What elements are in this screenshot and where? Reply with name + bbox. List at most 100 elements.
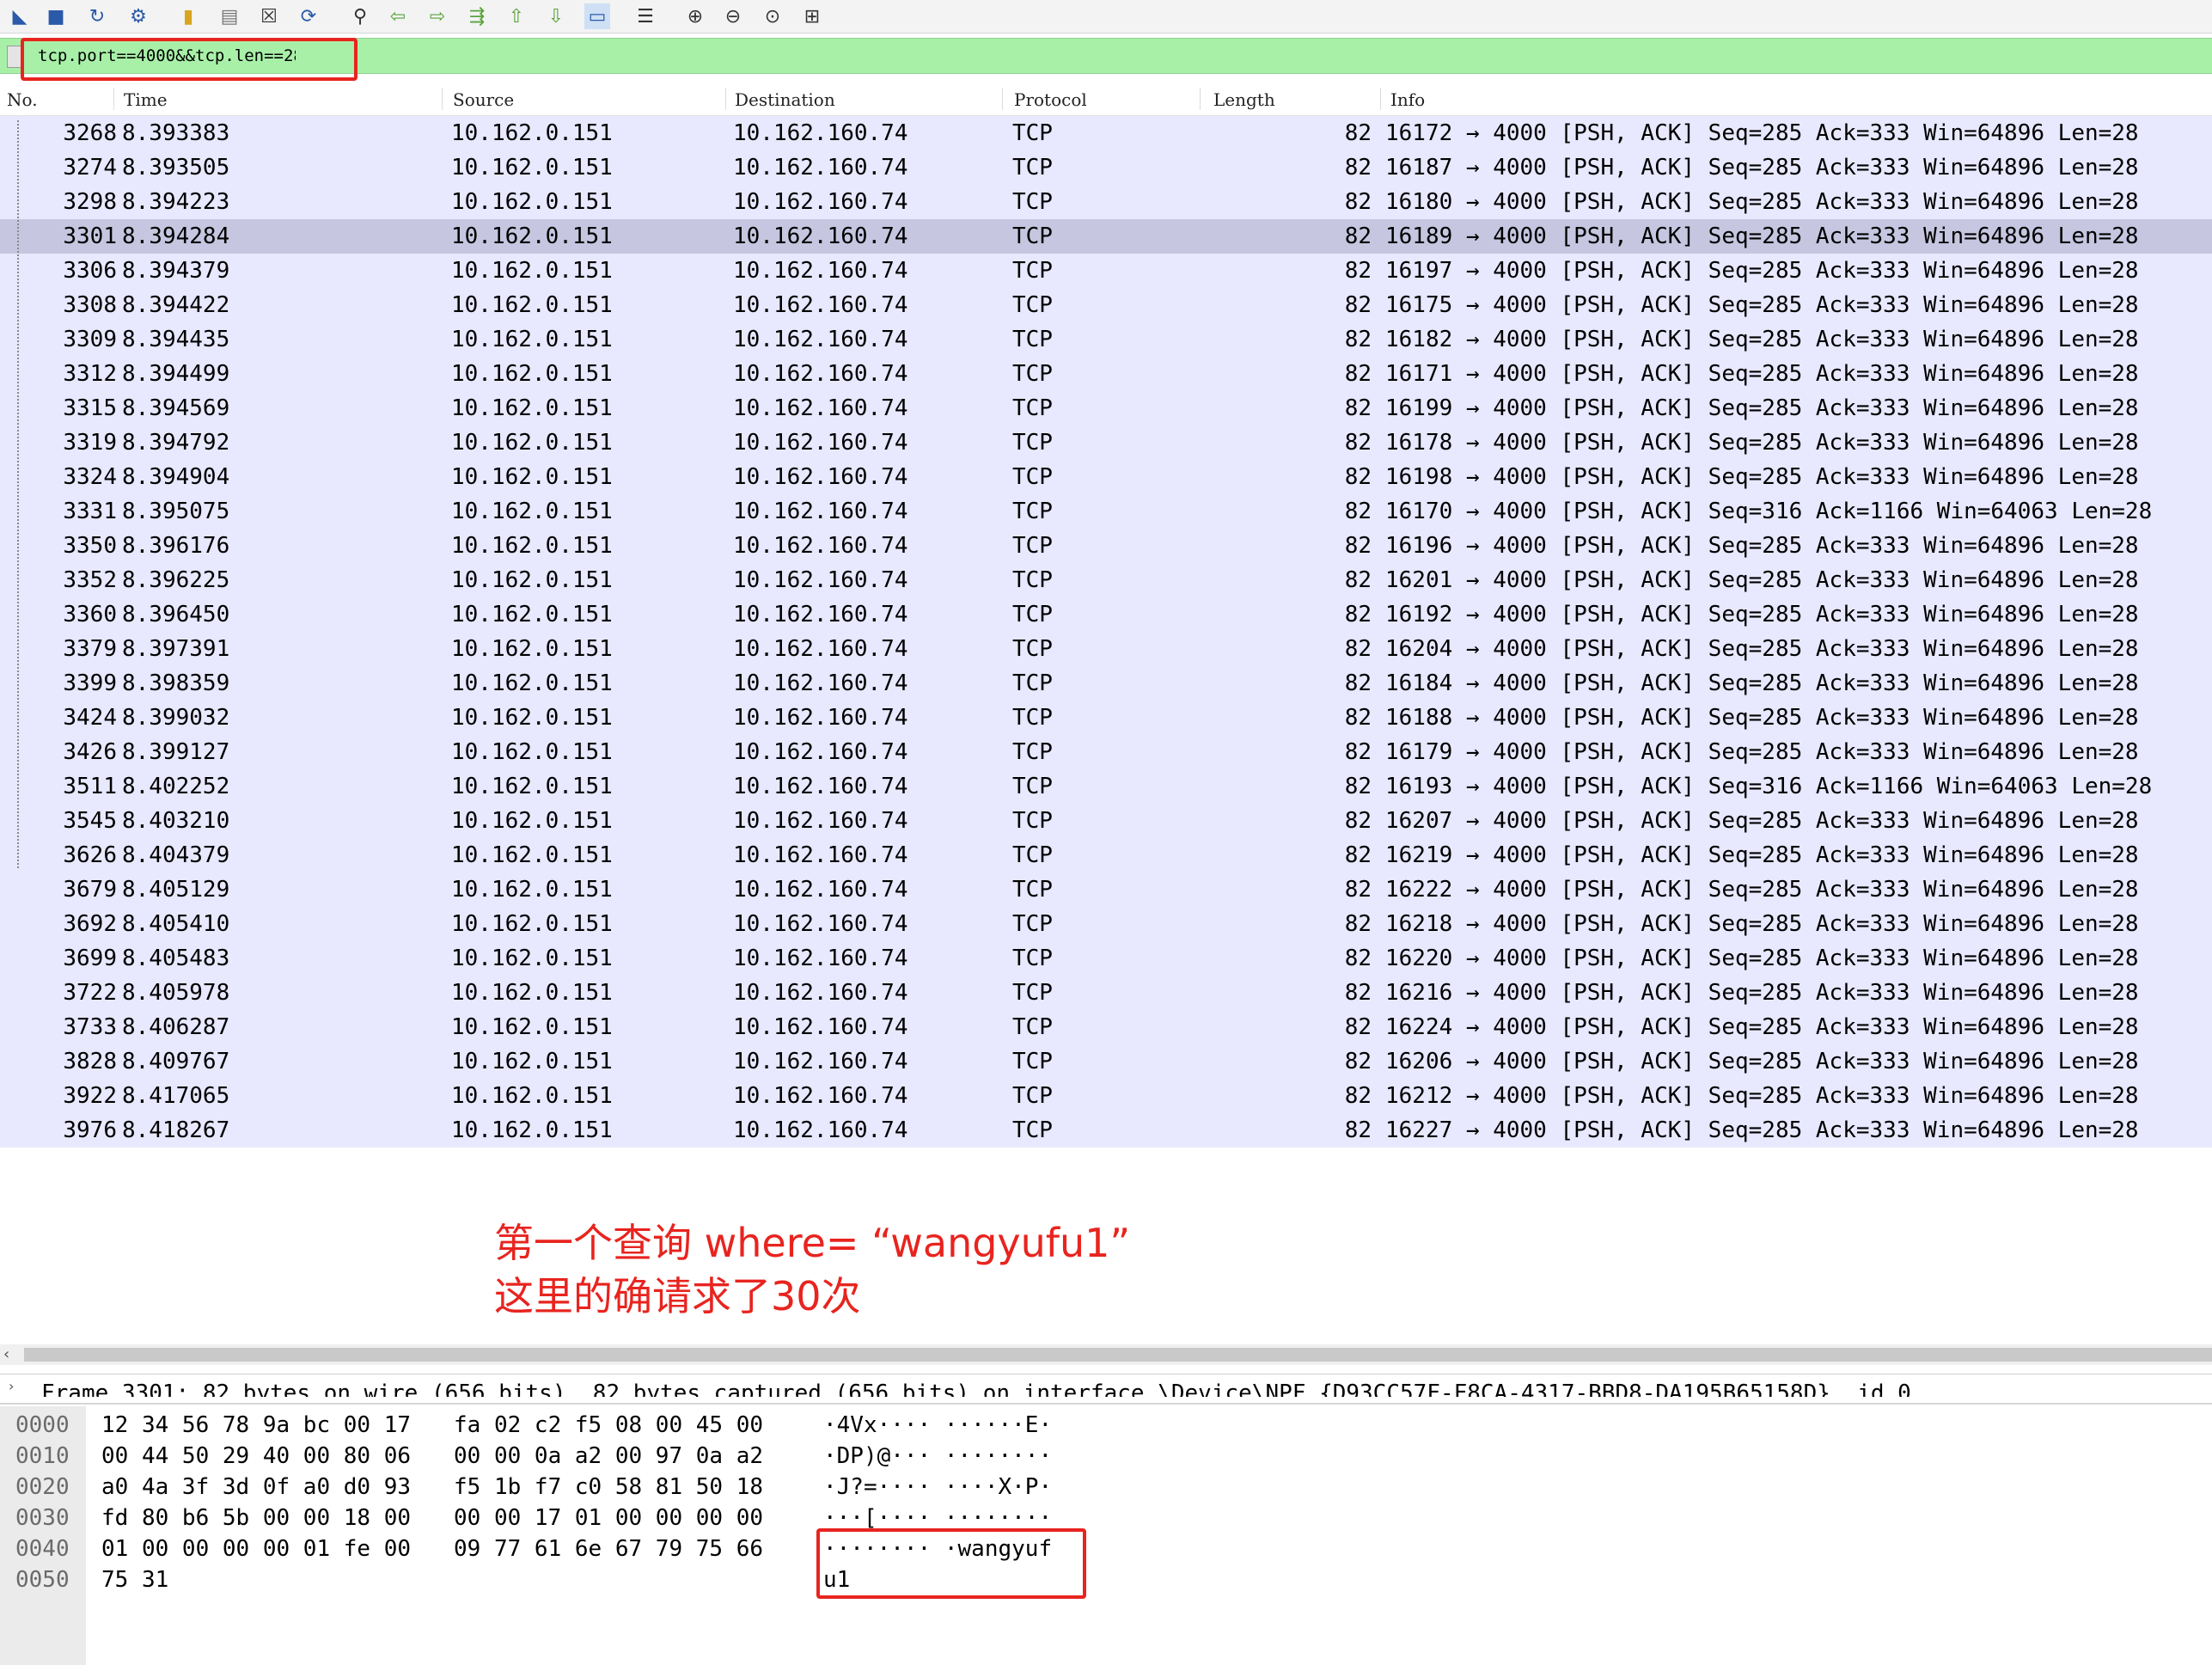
packet-row[interactable]: 3424 8.399032 10.162.0.151 10.162.160.74 TCP… (0, 701, 2212, 735)
packet-length: 82 (1344, 1117, 1372, 1143)
column-separator[interactable] (1002, 88, 1003, 110)
packet-details-pane[interactable]: › Frame 3301: 82 bytes on wire (656 bits… (0, 1374, 2212, 1397)
go-back-icon[interactable]: ⇦ (385, 3, 411, 29)
byte-offset: 0020 (15, 1474, 70, 1500)
packet-row[interactable]: 3352 8.396225 10.162.0.151 10.162.160.74 TCP… (0, 563, 2212, 597)
packet-row[interactable]: 3350 8.396176 10.162.0.151 10.162.160.74 TCP… (0, 529, 2212, 563)
packet-row[interactable]: 3733 8.406287 10.162.0.151 10.162.160.74 TCP… (0, 1010, 2212, 1044)
packet-source: 10.162.0.151 (451, 877, 613, 903)
packet-protocol: TCP (1012, 980, 1053, 1006)
column-header-time[interactable]: Time (124, 89, 168, 110)
packet-list[interactable]: 3268 8.393383 10.162.0.151 10.162.160.74 TCP… (0, 116, 2212, 1148)
packet-row[interactable]: 3511 8.402252 10.162.0.151 10.162.160.74 TCP… (0, 769, 2212, 804)
hex-bytes-group-1: 00 44 50 29 40 00 80 06 (101, 1443, 412, 1469)
auto-scroll-icon[interactable]: ▭ (584, 3, 610, 29)
zoom-in-icon[interactable]: ⊕ (682, 3, 708, 29)
packet-destination: 10.162.160.74 (733, 602, 908, 627)
packet-destination: 10.162.160.74 (733, 120, 908, 146)
column-header-info[interactable]: Info (1390, 89, 1425, 110)
packet-row[interactable]: 3679 8.405129 10.162.0.151 10.162.160.74 TCP… (0, 872, 2212, 907)
packet-number: 3426 (63, 739, 117, 765)
packet-bytes-pane[interactable]: 0000 12 34 56 78 9a bc 00 17 fa 02 c2 f5 0… (0, 1406, 2212, 1665)
packet-row[interactable]: 3692 8.405410 10.162.0.151 10.162.160.74 TCP… (0, 907, 2212, 941)
bytes-row[interactable]: 0030 fd 80 b6 5b 00 00 18 00 00 00 17 01 0… (0, 1503, 2212, 1533)
packet-row[interactable]: 3828 8.409767 10.162.0.151 10.162.160.74 TCP… (0, 1044, 2212, 1079)
packet-row[interactable]: 3331 8.395075 10.162.0.151 10.162.160.74 TCP… (0, 494, 2212, 529)
packet-row[interactable]: 3309 8.394435 10.162.0.151 10.162.160.74 TCP… (0, 322, 2212, 357)
go-to-packet-icon[interactable]: ⇶ (464, 3, 490, 29)
packet-source: 10.162.0.151 (451, 1049, 613, 1074)
packet-number: 3545 (63, 808, 117, 834)
packet-row[interactable]: 3301 8.394284 10.162.0.151 10.162.160.74 TCP… (0, 219, 2212, 254)
go-forward-icon[interactable]: ⇨ (425, 3, 450, 29)
zoom-reset-icon[interactable]: ⊙ (760, 3, 785, 29)
packet-number: 3331 (63, 499, 117, 524)
packet-row[interactable]: 3699 8.405483 10.162.0.151 10.162.160.74 TCP… (0, 941, 2212, 976)
stop-icon[interactable]: ■ (43, 3, 69, 29)
packet-row[interactable]: 3306 8.394379 10.162.0.151 10.162.160.74 TCP… (0, 254, 2212, 288)
find-packet-icon[interactable]: ⚲ (347, 3, 373, 29)
scroll-left-arrow-icon[interactable]: ‹ (3, 1344, 21, 1365)
bytes-row[interactable]: 0040 01 00 00 00 00 01 fe 00 09 77 61 6e 6… (0, 1533, 2212, 1564)
pane-splitter[interactable] (0, 1403, 2212, 1405)
column-header-no[interactable]: No. (7, 89, 38, 110)
bytes-row[interactable]: 0010 00 44 50 29 40 00 80 06 00 00 0a a2 0… (0, 1441, 2212, 1472)
packet-info: 16182 → 4000 [PSH, ACK] Seq=285 Ack=333 … (1385, 327, 2139, 352)
column-header-destination[interactable]: Destination (735, 89, 835, 110)
packet-row[interactable]: 3268 8.393383 10.162.0.151 10.162.160.74 TCP… (0, 116, 2212, 150)
packet-number: 3922 (63, 1083, 117, 1109)
packet-row[interactable]: 3308 8.394422 10.162.0.151 10.162.160.74 TCP… (0, 288, 2212, 322)
resize-columns-icon[interactable]: ⊞ (799, 3, 825, 29)
reload-icon[interactable]: ⟳ (296, 3, 321, 29)
packet-source: 10.162.0.151 (451, 292, 613, 318)
restart-icon[interactable]: ↻ (84, 3, 110, 29)
packet-info: 16206 → 4000 [PSH, ACK] Seq=285 Ack=333 … (1385, 1049, 2139, 1074)
column-separator[interactable] (1200, 88, 1201, 110)
packet-row[interactable]: 3360 8.396450 10.162.0.151 10.162.160.74 TCP… (0, 597, 2212, 632)
packet-row[interactable]: 3545 8.403210 10.162.0.151 10.162.160.74 TCP… (0, 804, 2212, 838)
column-separator[interactable] (725, 88, 726, 110)
column-header-source[interactable]: Source (453, 89, 514, 110)
packet-time: 8.398359 (122, 670, 230, 696)
packet-row[interactable]: 3922 8.417065 10.162.0.151 10.162.160.74 TCP… (0, 1079, 2212, 1113)
packet-protocol: TCP (1012, 464, 1053, 490)
packet-row[interactable]: 3324 8.394904 10.162.0.151 10.162.160.74 TCP… (0, 460, 2212, 494)
bytes-row[interactable]: 0000 12 34 56 78 9a bc 00 17 fa 02 c2 f5 0… (0, 1410, 2212, 1441)
packet-row[interactable]: 3379 8.397391 10.162.0.151 10.162.160.74 TCP… (0, 632, 2212, 666)
column-separator[interactable] (1380, 88, 1381, 110)
packet-row[interactable]: 3722 8.405978 10.162.0.151 10.162.160.74 TCP… (0, 976, 2212, 1010)
shark-fin-start-icon[interactable]: ◣ (7, 3, 33, 29)
options-gear-icon[interactable]: ⚙ (125, 3, 151, 29)
first-packet-icon[interactable]: ⇧ (504, 3, 529, 29)
open-folder-icon[interactable]: ▮ (175, 3, 201, 29)
frame-summary-line[interactable]: Frame 3301: 82 bytes on wire (656 bits),… (41, 1378, 1911, 1397)
column-header-protocol[interactable]: Protocol (1014, 89, 1087, 110)
zoom-out-icon[interactable]: ⊖ (720, 3, 746, 29)
packet-row[interactable]: 3976 8.418267 10.162.0.151 10.162.160.74 TCP… (0, 1113, 2212, 1148)
packet-row[interactable]: 3315 8.394569 10.162.0.151 10.162.160.74 TCP… (0, 391, 2212, 425)
packet-row[interactable]: 3274 8.393505 10.162.0.151 10.162.160.74 TCP… (0, 150, 2212, 185)
save-file-icon[interactable]: ▤ (217, 3, 242, 29)
packet-row[interactable]: 3626 8.404379 10.162.0.151 10.162.160.74 TCP… (0, 838, 2212, 872)
scrollbar-thumb[interactable] (24, 1348, 2212, 1362)
packet-row[interactable]: 3399 8.398359 10.162.0.151 10.162.160.74 TCP… (0, 666, 2212, 701)
packet-row[interactable]: 3426 8.399127 10.162.0.151 10.162.160.74 TCP… (0, 735, 2212, 769)
close-file-icon[interactable]: ☒ (256, 3, 282, 29)
packet-row[interactable]: 3298 8.394223 10.162.0.151 10.162.160.74 TCP… (0, 185, 2212, 219)
expand-arrow-icon[interactable]: › (9, 1378, 14, 1394)
packet-info: 16197 → 4000 [PSH, ACK] Seq=285 Ack=333 … (1385, 258, 2139, 284)
packet-source: 10.162.0.151 (451, 361, 613, 387)
packet-row[interactable]: 3312 8.394499 10.162.0.151 10.162.160.74 TCP… (0, 357, 2212, 391)
packet-list-hscrollbar[interactable]: ‹ (0, 1344, 2212, 1365)
column-header-length[interactable]: Length (1213, 89, 1275, 110)
bytes-row[interactable]: 0020 a0 4a 3f 3d 0f a0 d0 93 f5 1b f7 c0 5… (0, 1472, 2212, 1503)
column-separator[interactable] (113, 88, 114, 110)
packet-row[interactable]: 3319 8.394792 10.162.0.151 10.162.160.74 TCP… (0, 425, 2212, 460)
packet-number: 3312 (63, 361, 117, 387)
last-packet-icon[interactable]: ⇩ (543, 3, 569, 29)
packet-info: 16216 → 4000 [PSH, ACK] Seq=285 Ack=333 … (1385, 980, 2139, 1006)
column-separator[interactable] (442, 88, 443, 110)
colorize-icon[interactable]: ☰ (632, 3, 658, 29)
bytes-row[interactable]: 0050 75 31 u1 (0, 1564, 2212, 1595)
packet-info: 16201 → 4000 [PSH, ACK] Seq=285 Ack=333 … (1385, 567, 2139, 593)
